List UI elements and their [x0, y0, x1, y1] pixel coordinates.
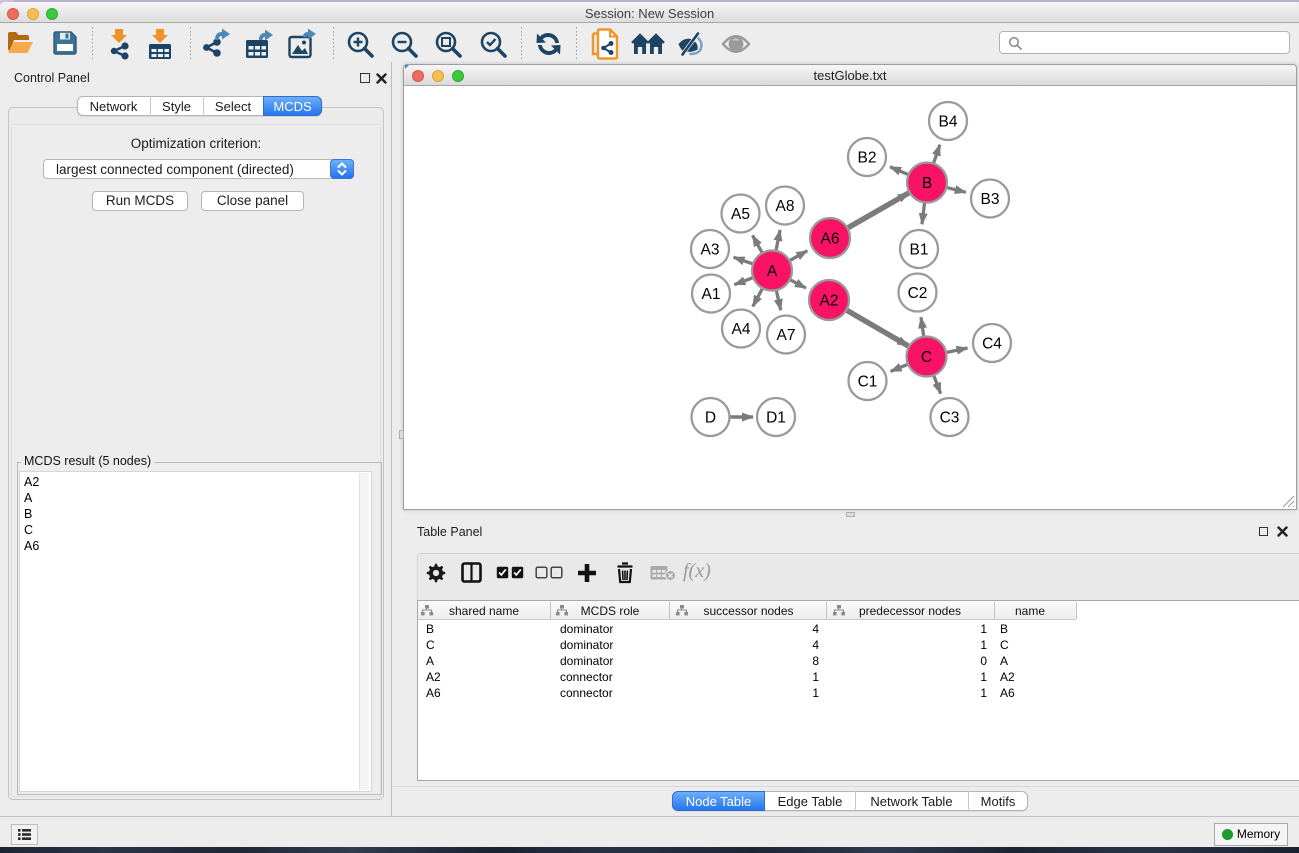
svg-text:B2: B2 — [858, 150, 877, 167]
svg-text:A3: A3 — [701, 242, 720, 259]
svg-text:B1: B1 — [910, 242, 929, 259]
svg-text:C2: C2 — [908, 285, 928, 302]
svg-text:C4: C4 — [982, 336, 1002, 353]
svg-text:A5: A5 — [731, 206, 750, 223]
svg-text:A6: A6 — [821, 231, 840, 248]
svg-text:B4: B4 — [939, 114, 958, 131]
svg-text:A7: A7 — [777, 327, 796, 344]
svg-text:A4: A4 — [732, 321, 751, 338]
svg-text:C: C — [921, 349, 932, 366]
svg-text:C1: C1 — [858, 374, 878, 391]
svg-text:B3: B3 — [981, 191, 1000, 208]
svg-text:C3: C3 — [940, 410, 960, 427]
svg-text:A2: A2 — [820, 293, 839, 310]
svg-text:A8: A8 — [776, 198, 795, 215]
svg-text:D: D — [705, 410, 716, 427]
svg-text:A: A — [767, 263, 778, 280]
svg-text:D1: D1 — [766, 410, 786, 427]
svg-text:A1: A1 — [702, 286, 721, 303]
svg-text:B: B — [922, 175, 932, 192]
